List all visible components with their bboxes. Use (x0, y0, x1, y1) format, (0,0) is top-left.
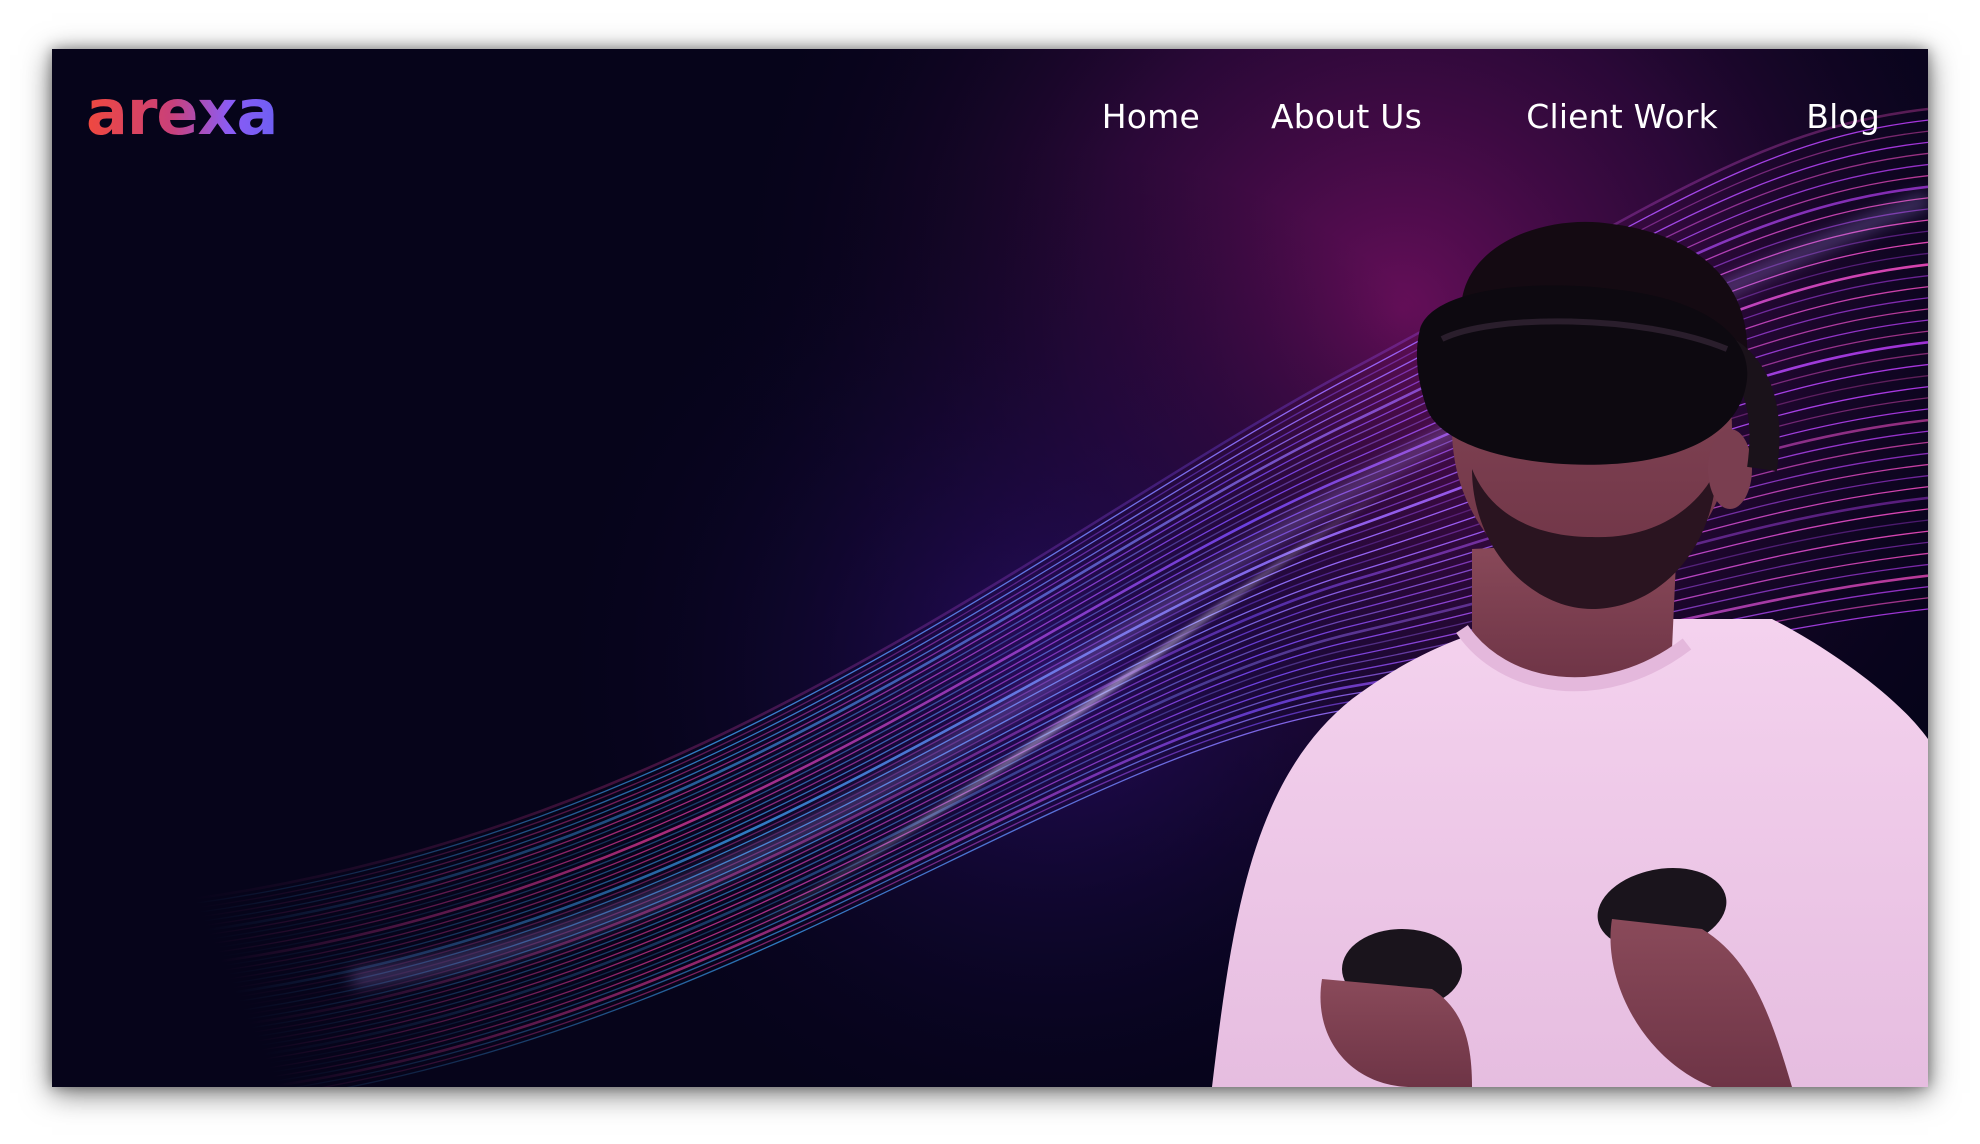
vr-headset-person (1212, 221, 1928, 1087)
hero-section: arexa Home About Us Client Work Blog (52, 49, 1928, 1087)
nav-client-work-link[interactable]: Client Work (1526, 87, 1718, 147)
logo-text: arexa (86, 79, 277, 149)
arexa-logo[interactable]: arexa (86, 79, 296, 149)
nav-about-us-link[interactable]: About Us (1271, 87, 1422, 147)
nav-home-link[interactable]: Home (1102, 87, 1200, 147)
nav-blog-link[interactable]: Blog (1806, 87, 1880, 147)
